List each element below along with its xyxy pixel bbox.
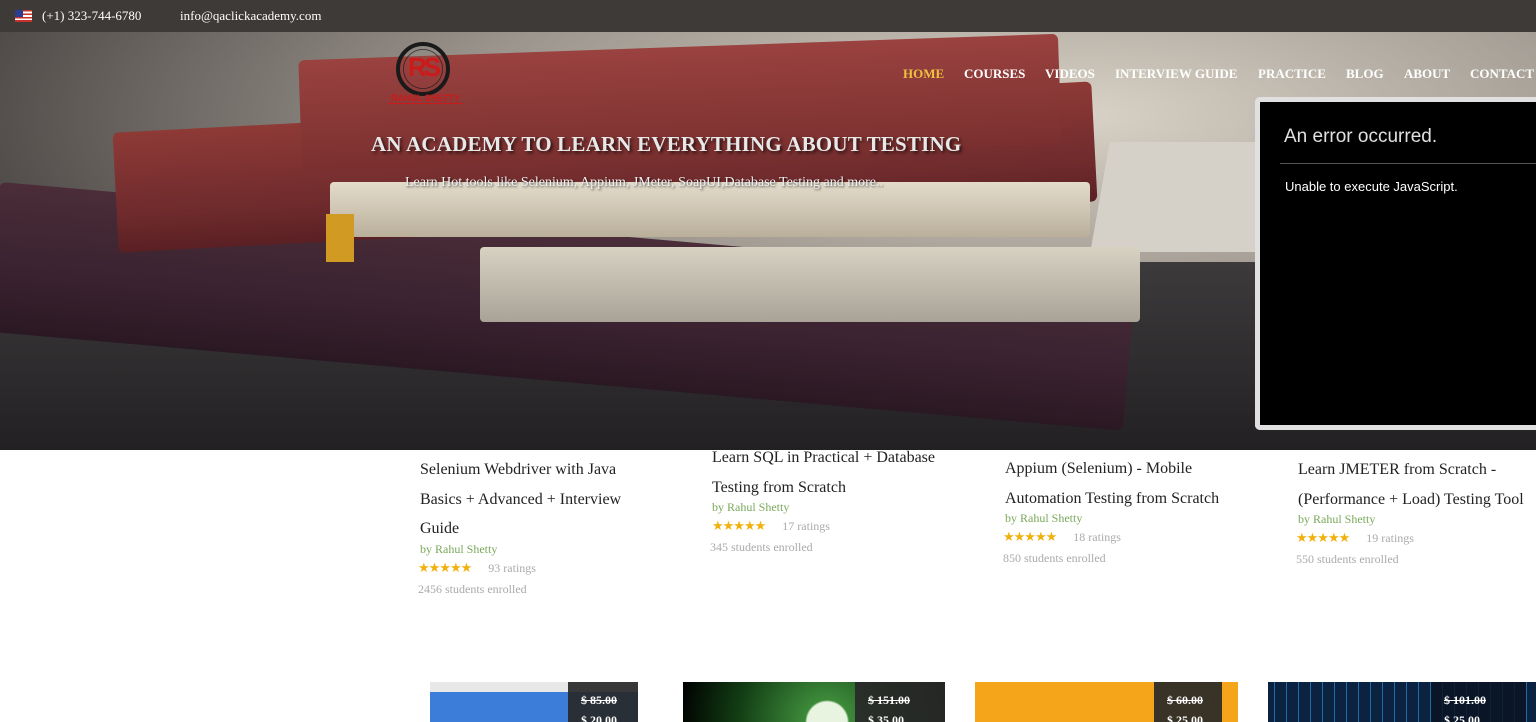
- nav-courses[interactable]: COURSES: [964, 66, 1025, 82]
- old-price: $ 60.00: [1167, 693, 1203, 707]
- ratings-count: 17 ratings: [782, 519, 830, 533]
- course-author: by Rahul Shetty: [420, 541, 498, 556]
- course-author: by Rahul Shetty: [1298, 512, 1376, 526]
- course-title[interactable]: Selenium Webdriver with Java Basics + Ad…: [420, 455, 650, 544]
- star-rating-icon: ★★★★★: [712, 518, 766, 533]
- course-card[interactable]: Selenium Webdriver with Java Basics + Ad…: [418, 455, 650, 597]
- nav-practice[interactable]: PRACTICE: [1258, 66, 1326, 82]
- old-price: $ 151.00: [868, 693, 910, 707]
- enrolled-count: 550 students enrolled: [1296, 552, 1399, 566]
- ratings-count: 93 ratings: [488, 560, 536, 575]
- new-price: $ 20.00: [581, 713, 617, 722]
- nav-about[interactable]: ABOUT: [1404, 66, 1450, 82]
- site-logo[interactable]: RS RAHUL SHETTY: [388, 42, 463, 112]
- nav-blog[interactable]: BLOG: [1346, 66, 1384, 82]
- enrolled-count: 345 students enrolled: [710, 540, 813, 554]
- nav-interview-guide[interactable]: INTERVIEW GUIDE: [1115, 66, 1237, 82]
- error-title: An error occurred.: [1284, 126, 1438, 147]
- top-contact-bar: (+1) 323-744-6780 info@qaclickacademy.co…: [0, 0, 1536, 32]
- enrolled-count: 850 students enrolled: [1003, 551, 1106, 565]
- course-card[interactable]: Learn SQL in Practical + Database Testin…: [710, 443, 942, 555]
- nav-videos[interactable]: VIDEOS: [1045, 66, 1095, 82]
- course-author: by Rahul Shetty: [1005, 511, 1083, 525]
- course-rating: ★★★★★ 93 ratings: [418, 560, 650, 578]
- course-title[interactable]: Learn SQL in Practical + Database Testin…: [712, 443, 942, 502]
- new-price: $ 35.00: [868, 713, 904, 722]
- price-badge: $ 151.00 $ 35.00: [855, 682, 945, 722]
- ratings-count: 18 ratings: [1073, 530, 1121, 544]
- email-link[interactable]: info@qaclickacademy.com: [180, 8, 321, 24]
- nav-home[interactable]: HOME: [903, 66, 944, 82]
- course-author: by Rahul Shetty: [712, 500, 790, 514]
- course-title[interactable]: Learn JMETER from Scratch - (Performance…: [1298, 455, 1528, 514]
- star-rating-icon: ★★★★★: [1003, 529, 1057, 544]
- course-thumbnail[interactable]: $ 151.00 $ 35.00: [683, 682, 945, 722]
- old-price: $ 85.00: [581, 693, 617, 707]
- course-rating: ★★★★★ 18 ratings: [1003, 529, 1235, 547]
- error-message: Unable to execute JavaScript.: [1285, 179, 1458, 194]
- enrolled-count: 2456 students enrolled: [418, 581, 527, 596]
- hero-bookmark: [326, 214, 354, 262]
- phone-number: (+1) 323-744-6780: [42, 8, 142, 23]
- logo-mark: RS: [407, 52, 441, 82]
- course-card[interactable]: Learn JMETER from Scratch - (Performance…: [1296, 455, 1528, 567]
- error-divider: [1280, 163, 1536, 164]
- course-rating: ★★★★★ 19 ratings: [1296, 530, 1528, 548]
- course-thumbnail[interactable]: $ 60.00 $ 25.00: [975, 682, 1238, 722]
- price-badge: $ 60.00 $ 25.00: [1154, 682, 1222, 722]
- ratings-count: 19 ratings: [1366, 531, 1414, 545]
- nav-contact[interactable]: CONTACT: [1470, 66, 1534, 82]
- price-badge: $ 101.00 $ 25.00: [1431, 682, 1526, 722]
- hero-title: AN ACADEMY TO LEARN EVERYTHING ABOUT TES…: [371, 132, 962, 156]
- star-rating-icon: ★★★★★: [1296, 530, 1350, 545]
- hero-book-pages: [480, 247, 1140, 322]
- course-thumbnail[interactable]: $ 85.00 $ 20.00: [430, 682, 638, 722]
- price-badge: $ 85.00 $ 20.00: [568, 682, 638, 722]
- star-rating-icon: ★★★★★: [418, 559, 472, 575]
- logo-text: RAHUL SHETTY: [388, 94, 463, 104]
- hero-subtitle: Learn Hot tools like Selenium, Appium, J…: [405, 175, 883, 190]
- old-price: $ 101.00: [1444, 693, 1486, 707]
- course-thumbnail[interactable]: $ 101.00 $ 25.00: [1268, 682, 1536, 722]
- us-flag-icon: [15, 10, 32, 22]
- new-price: $ 25.00: [1444, 713, 1480, 722]
- course-card[interactable]: Appium (Selenium) - Mobile Automation Te…: [1003, 454, 1235, 566]
- course-rating: ★★★★★ 17 ratings: [712, 518, 942, 536]
- course-title[interactable]: Appium (Selenium) - Mobile Automation Te…: [1005, 454, 1235, 513]
- error-dialog: An error occurred. Unable to execute Jav…: [1255, 97, 1536, 430]
- new-price: $ 25.00: [1167, 713, 1203, 722]
